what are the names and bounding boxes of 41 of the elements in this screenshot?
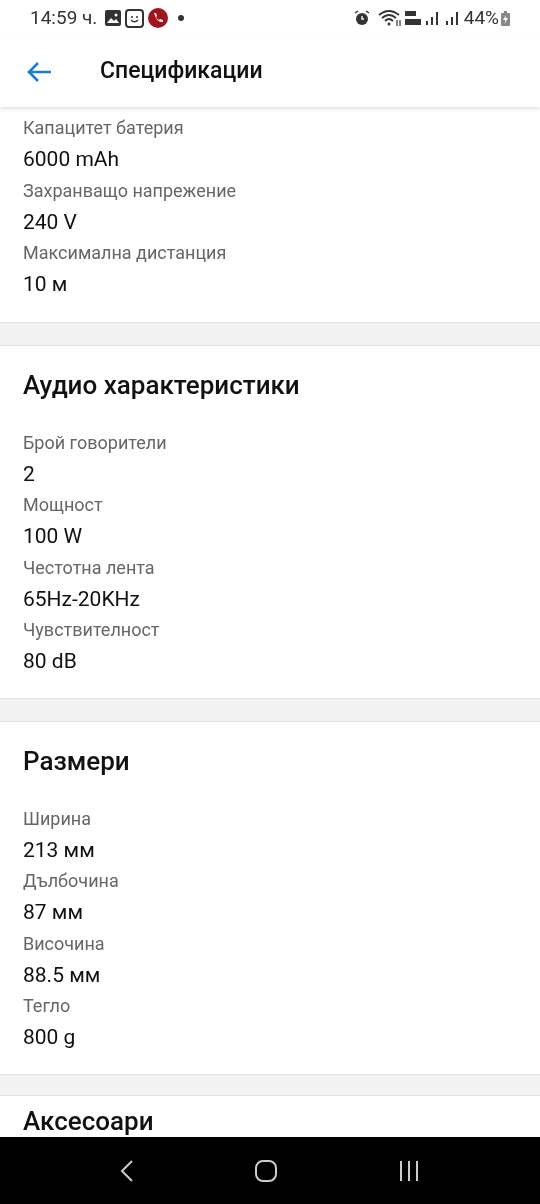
spec-value: 88.5 мм bbox=[23, 961, 102, 989]
home-nav-icon[interactable] bbox=[254, 1158, 278, 1183]
dot-icon bbox=[178, 15, 185, 21]
spec-label: Захранващо напрежение bbox=[23, 178, 238, 203]
section-title: Размери bbox=[23, 744, 131, 778]
status-time: 14:59 ч. bbox=[30, 4, 98, 31]
spec-value: 80 dB bbox=[23, 648, 78, 675]
phone-icon bbox=[148, 8, 169, 28]
spec-value: 100 W bbox=[23, 523, 84, 550]
battery-percent: 44% bbox=[463, 4, 499, 31]
smiley-icon bbox=[125, 8, 145, 28]
spec-value: 800 g bbox=[23, 1024, 77, 1051]
section-title: Аксесоари bbox=[23, 1104, 155, 1137]
spec-value: 87 мм bbox=[23, 899, 84, 926]
recents-nav-icon[interactable] bbox=[398, 1159, 420, 1182]
spec-value: 10 м bbox=[23, 271, 69, 298]
spec-value: 240 V bbox=[23, 208, 78, 236]
spec-label: Мощност bbox=[23, 493, 104, 517]
spec-value: 6000 mAh bbox=[23, 146, 121, 173]
spec-value: 213 мм bbox=[23, 836, 96, 864]
page-title: Спецификации bbox=[100, 56, 263, 87]
signal-icon bbox=[424, 10, 441, 26]
spec-label: Брой говорители bbox=[23, 430, 168, 455]
section-title: Аудио характеристики bbox=[23, 368, 301, 402]
wifi-icon bbox=[377, 9, 402, 27]
spec-label: Капацитет батерия bbox=[23, 116, 185, 140]
back-nav-icon[interactable] bbox=[120, 1158, 134, 1183]
spec-label: Ширина bbox=[23, 806, 92, 831]
spec-value: 2 bbox=[23, 460, 36, 488]
spec-label: Дълбочина bbox=[23, 869, 120, 893]
spec-label: Височина bbox=[23, 931, 106, 956]
alarm-icon bbox=[353, 10, 370, 26]
spec-label: Максимална дистанция bbox=[23, 241, 228, 265]
spec-label: Тегло bbox=[23, 994, 72, 1018]
battery-charging-icon bbox=[501, 10, 510, 26]
gallery-icon bbox=[105, 10, 122, 26]
spec-label: Чувствителност bbox=[23, 618, 161, 642]
back-arrow-icon bbox=[27, 60, 53, 83]
signal-icon bbox=[444, 10, 461, 26]
spec-label: Честотна лента bbox=[23, 555, 156, 580]
spec-value: 65Hz-20KHz bbox=[23, 585, 141, 613]
